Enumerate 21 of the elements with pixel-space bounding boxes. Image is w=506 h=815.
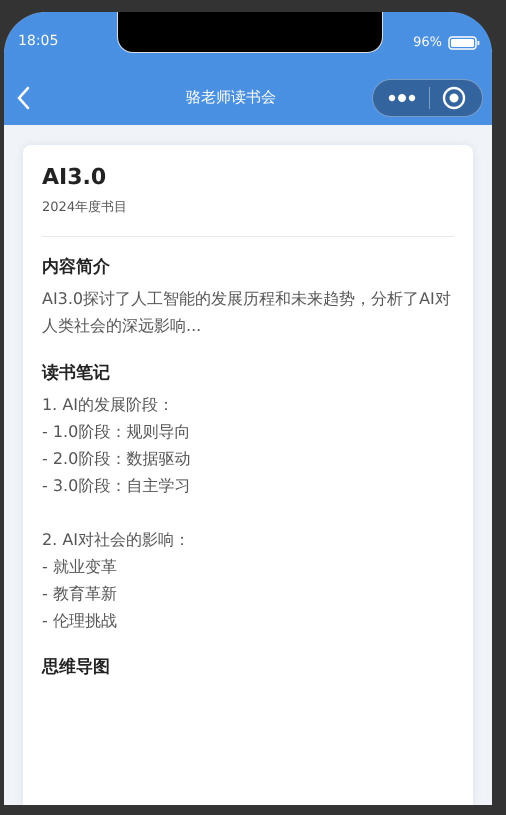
more-icon[interactable] xyxy=(387,92,417,104)
battery-percent: 96% xyxy=(413,35,442,50)
section-heading: 内容简介 xyxy=(42,256,111,278)
note-line: - 教育革新 xyxy=(42,583,118,605)
battery-icon xyxy=(448,36,480,50)
note-line: - 3.0阶段：自主学习 xyxy=(42,475,192,497)
note-line: - 1.0阶段：规则导向 xyxy=(42,421,192,443)
book-title: AI3.0 xyxy=(42,165,108,190)
note-line: 2. AI对社会的影响： xyxy=(42,529,192,551)
note-line: 1. AI的发展阶段： xyxy=(42,394,176,416)
note-line: - 伦理挑战 xyxy=(42,610,118,632)
note-line: - 2.0阶段：数据驱动 xyxy=(42,448,192,470)
page-title: 骆老师读书会 xyxy=(186,88,276,107)
close-icon[interactable] xyxy=(442,86,466,110)
section-heading: 读书笔记 xyxy=(42,362,111,384)
summary-text: AI3.0探讨了人工智能的发展历程和未来趋势，分析了AI对人类社会的深远影响... xyxy=(42,288,452,337)
status-time: 18:05 xyxy=(18,33,60,49)
note-line: - 就业变革 xyxy=(42,556,118,578)
back-icon[interactable] xyxy=(16,86,30,110)
book-subtitle: 2024年度书目 xyxy=(42,199,128,216)
section-heading: 思维导图 xyxy=(42,656,111,678)
